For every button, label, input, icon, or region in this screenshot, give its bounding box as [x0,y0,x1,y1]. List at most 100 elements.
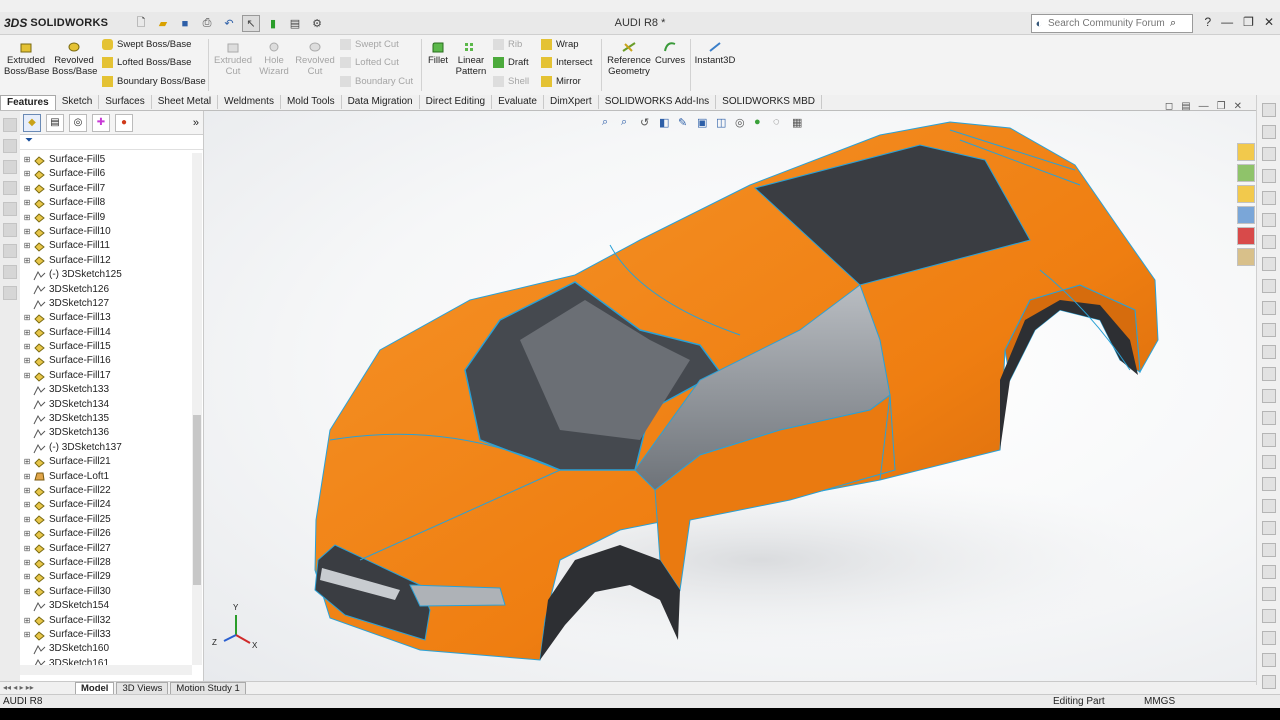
expand-icon[interactable]: ⊞ [22,585,32,599]
display-manager-tab-icon[interactable]: ● [115,113,133,132]
tree-item[interactable]: ⊞ Surface-Fill15 [20,340,192,354]
expand-icon[interactable]: ⊞ [22,153,32,167]
expand-icon[interactable]: ⊞ [22,470,32,484]
tree-item[interactable]: ⊞ Surface-Fill33 [20,628,192,642]
expand-icon[interactable]: ⊞ [22,542,32,556]
tree-item[interactable]: ⊞ Surface-Fill9 [20,211,192,225]
tree-item[interactable]: 3DSketch160 [20,642,192,656]
options-gear-icon[interactable]: ⚙ [308,15,326,32]
configuration-manager-tab-icon[interactable]: ◎ [69,113,87,132]
tool-icon[interactable] [1262,587,1276,601]
dynamic-annotation-icon[interactable]: ✎ [678,116,690,129]
tool-icon[interactable] [1262,609,1276,623]
tool-icon[interactable] [1262,411,1276,425]
print-icon[interactable]: ⎙ [198,15,216,32]
tab-dimxpert[interactable]: DimXpert [544,95,599,109]
restore-icon[interactable]: ❐ [1243,15,1254,29]
tool-icon[interactable] [1262,653,1276,667]
extruded-cut-button[interactable]: Extruded Cut [212,41,254,77]
custom-properties-icon[interactable] [1237,248,1255,266]
apply-scene-icon[interactable]: ◌ [773,116,785,128]
tree-item[interactable]: ⊞ Surface-Fill21 [20,455,192,469]
lofted-boss-button[interactable]: Lofted Boss/Base [102,57,191,68]
scroll-thumb[interactable] [193,415,201,585]
tab-scroll-arrows[interactable]: ◂◂ ◂ ▸ ▸▸ [0,682,73,694]
viewport-split-icon[interactable]: ▤ [1181,101,1190,112]
tree-item[interactable]: 3DSketch126 [20,283,192,297]
tool-icon[interactable] [1262,521,1276,535]
view-palette-icon[interactable] [1237,206,1255,224]
tool-icon[interactable] [1262,455,1276,469]
extruded-boss-button[interactable]: Extruded Boss/Base [4,41,49,77]
zoom-to-fit-icon[interactable]: ⌕ [602,116,614,128]
tree-item[interactable]: ⊞ Surface-Fill25 [20,513,192,527]
close-icon[interactable]: ✕ [1264,15,1274,29]
tree-item[interactable]: ⊞ Surface-Fill29 [20,570,192,584]
tree-item[interactable]: ⊞ Surface-Fill6 [20,167,192,181]
expand-icon[interactable]: ⊞ [22,340,32,354]
tree-item[interactable]: ⊞ Surface-Fill10 [20,225,192,239]
expand-icon[interactable]: ⊞ [22,225,32,239]
expand-icon[interactable]: ⊞ [22,354,32,368]
fillet-button[interactable]: Fillet [426,41,450,66]
tool-icon[interactable] [3,139,17,153]
rebuild-traffic-light-icon[interactable]: ▮ [264,15,282,32]
draft-button[interactable]: Draft [493,57,529,68]
tab-sheet-metal[interactable]: Sheet Metal [152,95,219,109]
edit-appearance-icon[interactable]: ● [754,116,766,128]
save-icon[interactable]: ■ [176,15,194,32]
tab-surfaces[interactable]: Surfaces [99,95,152,109]
tree-item[interactable]: ⊞ Surface-Fill17 [20,369,192,383]
tree-item[interactable]: 3DSketch161 [20,657,192,665]
tool-icon[interactable] [1262,477,1276,491]
tab-features[interactable]: Features [0,95,56,110]
tool-icon[interactable] [1262,323,1276,337]
tree-item[interactable]: ⊞ Surface-Fill26 [20,527,192,541]
design-library-icon[interactable] [1237,164,1255,182]
expand-icon[interactable]: ⊞ [22,196,32,210]
tool-icon[interactable] [3,223,17,237]
resources-home-icon[interactable] [1237,143,1255,161]
tree-item[interactable]: 3DSketch127 [20,297,192,311]
expand-icon[interactable]: ⊞ [22,455,32,469]
swept-cut-button[interactable]: Swept Cut [340,39,399,50]
graphics-viewport[interactable]: Y Z X [204,111,1256,681]
tool-icon[interactable] [3,286,17,300]
tool-icon[interactable] [1262,147,1276,161]
tool-icon[interactable] [1262,279,1276,293]
solidworks-logo[interactable]: 3DS SOLIDWORKS [4,15,108,31]
mirror-button[interactable]: Mirror [541,76,581,87]
expand-icon[interactable]: ⊞ [22,556,32,570]
search-input[interactable] [1046,17,1170,30]
tool-icon[interactable] [1262,367,1276,381]
tool-icon[interactable] [3,181,17,195]
feature-tree-tab-icon[interactable]: ◆ [23,113,41,132]
tree-item[interactable]: ⊞ Surface-Loft1 [20,470,192,484]
tree-item[interactable]: ⊞ Surface-Fill12 [20,254,192,268]
viewport-close-icon[interactable]: ✕ [1234,101,1242,112]
tool-icon[interactable] [1262,345,1276,359]
tree-item[interactable]: (-) 3DSketch125 [20,268,192,282]
expand-icon[interactable]: ⊞ [22,628,32,642]
tree-item[interactable]: ⊞ Surface-Fill32 [20,614,192,628]
open-folder-icon[interactable]: ▰ [154,15,172,32]
tree-horizontal-scrollbar[interactable] [20,665,192,675]
instant3d-button[interactable]: Instant3D [694,41,736,66]
new-document-icon[interactable]: 🗋 [132,15,150,32]
expand-icon[interactable]: ⊞ [22,254,32,268]
tree-item[interactable]: 3DSketch154 [20,599,192,613]
tool-icon[interactable] [1262,433,1276,447]
expand-icon[interactable]: ⊞ [22,326,32,340]
tool-icon[interactable] [1262,301,1276,315]
expand-icon[interactable]: ⊞ [22,211,32,225]
expand-icon[interactable]: ⊞ [22,239,32,253]
expand-icon[interactable]: ⊞ [22,498,32,512]
tool-icon[interactable] [1262,631,1276,645]
intersect-button[interactable]: Intersect [541,57,592,68]
section-view-icon[interactable]: ◧ [659,116,671,129]
tool-icon[interactable] [3,244,17,258]
view-settings-icon[interactable]: ▦ [792,116,804,129]
undo-icon[interactable]: ↶ [220,15,238,32]
appearances-icon[interactable] [1237,227,1255,245]
expand-icon[interactable]: ⊞ [22,614,32,628]
